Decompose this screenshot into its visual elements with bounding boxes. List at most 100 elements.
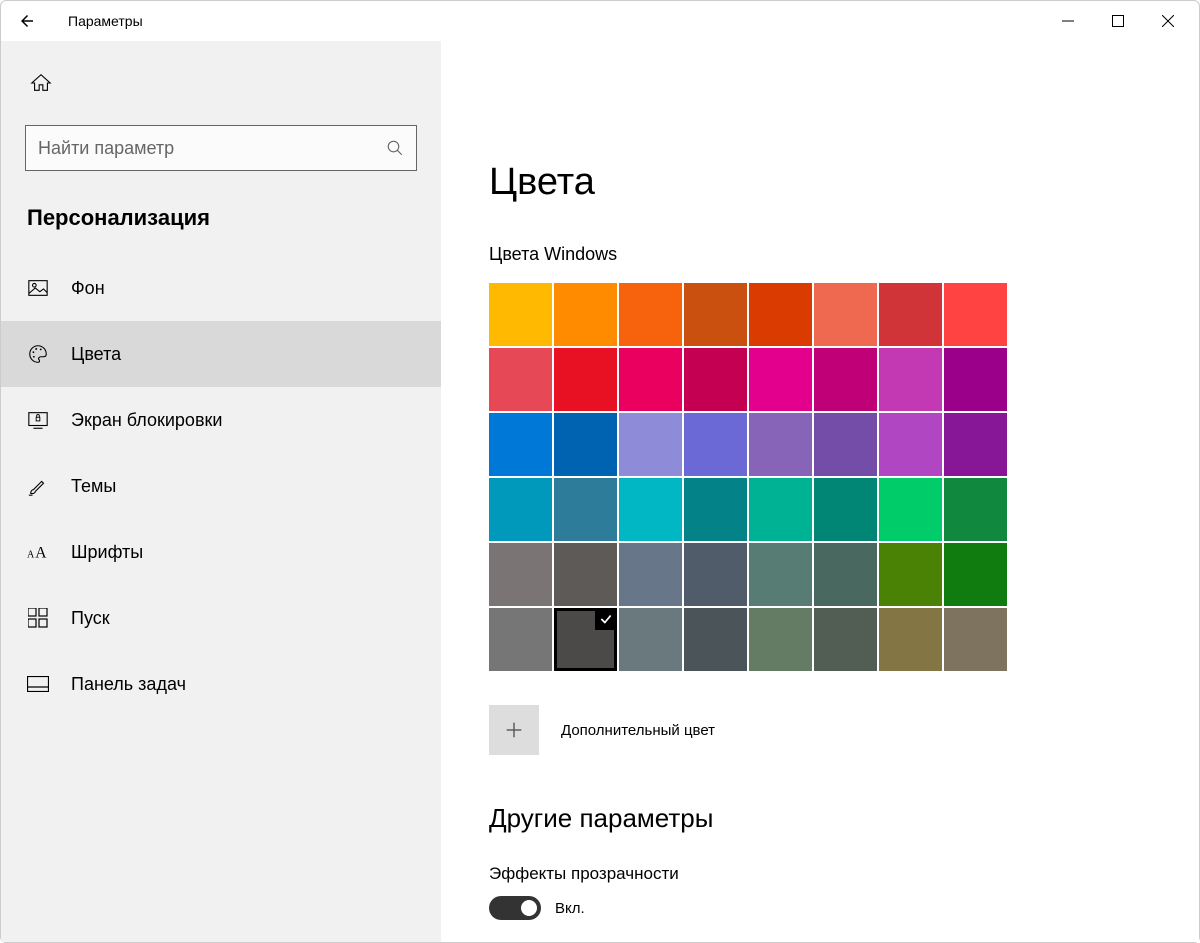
sidebar-item-label: Цвета [71,344,121,365]
add-color-swatch [489,705,539,755]
home-icon [30,72,52,94]
color-swatch[interactable] [749,543,812,606]
sidebar-item-label: Фон [71,278,105,299]
close-button[interactable] [1143,5,1193,37]
minimize-icon [1062,15,1074,27]
color-swatch[interactable] [814,283,877,346]
color-swatch[interactable] [554,283,617,346]
color-swatch[interactable] [489,543,552,606]
brush-icon [27,475,49,497]
color-swatch[interactable] [749,413,812,476]
picture-icon [27,277,49,299]
color-swatch[interactable] [684,348,747,411]
transparency-label: Эффекты прозрачности [489,864,1151,884]
svg-text:A: A [27,550,35,561]
titlebar: Параметры [1,1,1199,41]
color-swatch[interactable] [879,348,942,411]
color-swatch[interactable] [879,413,942,476]
transparency-toggle-row: Вкл. [489,896,1151,920]
color-swatch[interactable] [684,283,747,346]
palette-icon [27,343,49,365]
taskbar-icon [27,673,49,695]
color-swatch[interactable] [619,478,682,541]
color-swatch[interactable] [814,413,877,476]
color-swatch[interactable] [944,413,1007,476]
maximize-icon [1112,15,1124,27]
color-swatch[interactable] [749,478,812,541]
color-swatch[interactable] [489,283,552,346]
color-swatch[interactable] [814,478,877,541]
color-swatch[interactable] [619,608,682,671]
color-swatch[interactable] [684,413,747,476]
search-box[interactable] [25,125,417,171]
transparency-toggle[interactable] [489,896,541,920]
color-swatch[interactable] [619,283,682,346]
search-input[interactable] [38,138,386,159]
color-swatch[interactable] [684,478,747,541]
sidebar-item-label: Экран блокировки [71,410,222,431]
sidebar-item-label: Шрифты [71,542,143,563]
color-grid [489,283,1151,671]
sidebar-item-taskbar[interactable]: Панель задач [1,651,441,717]
sidebar-item-picture[interactable]: Фон [1,255,441,321]
color-swatch[interactable] [619,413,682,476]
add-color-label: Дополнительный цвет [561,722,715,739]
window-title: Параметры [68,13,143,29]
color-swatch[interactable] [814,608,877,671]
check-icon [595,608,617,630]
sidebar-item-label: Панель задач [71,674,186,695]
sidebar-item-start[interactable]: Пуск [1,585,441,651]
svg-text:A: A [35,545,47,562]
sidebar-item-brush[interactable]: Темы [1,453,441,519]
add-color-button[interactable]: Дополнительный цвет [489,705,1151,755]
sidebar: Персонализация Фон Цвета Экран блокировки Т… [1,41,441,942]
back-arrow-icon [18,12,36,30]
home-button[interactable] [21,63,61,103]
color-swatch[interactable] [554,478,617,541]
color-swatch[interactable] [814,348,877,411]
color-swatch[interactable] [944,478,1007,541]
toggle-knob [521,900,537,916]
sidebar-item-palette[interactable]: Цвета [1,321,441,387]
color-swatch[interactable] [554,348,617,411]
color-swatch[interactable] [554,413,617,476]
lockscreen-icon [27,409,49,431]
color-swatch[interactable] [944,608,1007,671]
sidebar-item-font[interactable]: AA Шрифты [1,519,441,585]
color-swatch[interactable] [684,608,747,671]
color-swatch[interactable] [879,543,942,606]
color-swatch[interactable] [554,543,617,606]
color-swatch[interactable] [489,608,552,671]
window-controls [1043,5,1193,37]
maximize-button[interactable] [1093,5,1143,37]
color-swatch[interactable] [619,348,682,411]
sidebar-item-label: Пуск [71,608,110,629]
minimize-button[interactable] [1043,5,1093,37]
color-swatch[interactable] [554,608,617,671]
sidebar-item-lockscreen[interactable]: Экран блокировки [1,387,441,453]
color-swatch[interactable] [749,348,812,411]
section-title: Персонализация [27,205,415,231]
color-swatch[interactable] [749,283,812,346]
color-swatch[interactable] [489,413,552,476]
other-params-header: Другие параметры [489,803,1151,834]
color-swatch[interactable] [879,478,942,541]
color-swatch[interactable] [489,478,552,541]
color-swatch[interactable] [879,283,942,346]
plus-icon [503,719,525,741]
content-main: Цвета Цвета Windows Дополнительный цвет … [441,41,1199,942]
close-icon [1162,15,1174,27]
titlebar-left: Параметры [11,5,1043,37]
color-swatch[interactable] [489,348,552,411]
color-swatch[interactable] [619,543,682,606]
color-swatch[interactable] [684,543,747,606]
color-swatch[interactable] [814,543,877,606]
back-button[interactable] [11,5,43,37]
color-swatch[interactable] [944,543,1007,606]
color-swatch[interactable] [944,348,1007,411]
color-swatch[interactable] [944,283,1007,346]
color-swatch[interactable] [749,608,812,671]
color-swatch[interactable] [879,608,942,671]
toggle-state-label: Вкл. [555,900,585,917]
start-icon [27,607,49,629]
